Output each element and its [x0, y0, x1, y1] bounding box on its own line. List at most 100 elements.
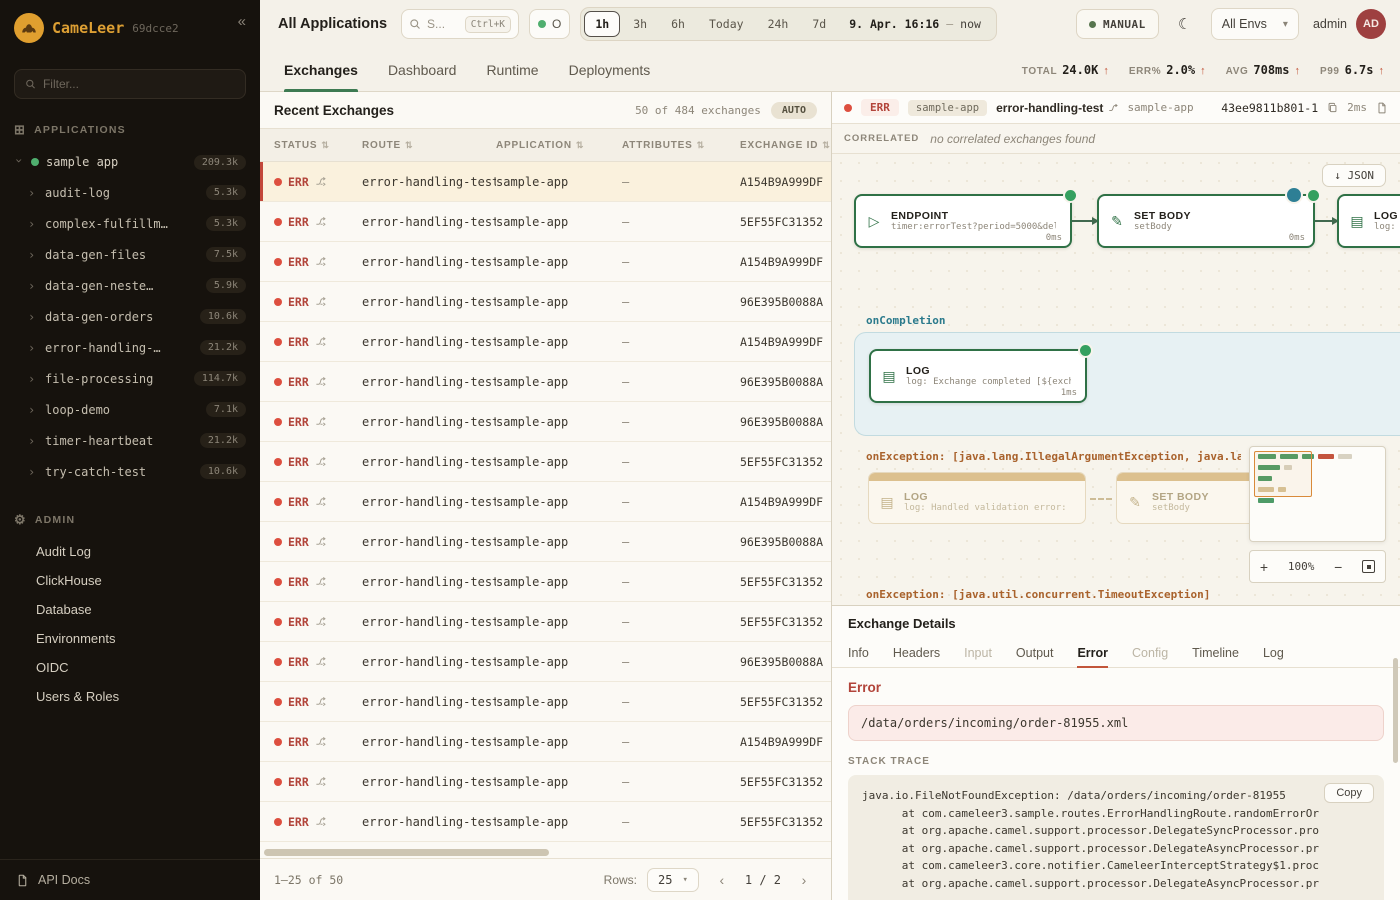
exchange-row[interactable]: ERR error-handling-test sample-app — 96E… [260, 282, 831, 322]
time-range-button[interactable]: 24h [757, 11, 800, 37]
sidebar-admin-item[interactable]: ClickHouse [0, 566, 260, 595]
scrollbar-thumb[interactable] [264, 849, 549, 856]
sidebar-route-item[interactable]: › error-handling-… 21.2k [0, 332, 260, 363]
exchange-row[interactable]: ERR error-handling-test sample-app — A15… [260, 242, 831, 282]
exchange-row[interactable]: ERR error-handling-test sample-app — 5EF… [260, 562, 831, 602]
time-range-button[interactable]: 3h [622, 11, 658, 37]
main-tab[interactable]: Exchanges [284, 48, 358, 91]
next-page-button[interactable]: › [791, 867, 817, 893]
flow-node-log[interactable]: ▤ LOG log: Sta [1337, 194, 1400, 248]
minimap-viewport[interactable] [1254, 451, 1312, 497]
details-tab[interactable]: Headers [893, 638, 940, 667]
column-header[interactable]: EXCHANGE ID ⇅ [740, 140, 831, 151]
details-tab[interactable]: Output [1016, 638, 1054, 667]
exchange-row[interactable]: ERR error-handling-test sample-app — 5EF… [260, 602, 831, 642]
details-tab[interactable]: Info [848, 638, 869, 667]
time-range-button[interactable]: Today [698, 11, 755, 37]
fit-view-icon[interactable] [1362, 560, 1375, 573]
exchange-row[interactable]: ERR error-handling-test sample-app — A15… [260, 162, 831, 202]
flow-node-setbody[interactable]: ✎ SET BODY setBody 0ms [1097, 194, 1315, 248]
sidebar-route-item[interactable]: › data-gen-orders 10.6k [0, 301, 260, 332]
live-toggle[interactable]: O [529, 9, 570, 39]
copy-icon[interactable] [1327, 102, 1338, 113]
details-tab[interactable]: Error [1077, 638, 1108, 667]
column-header[interactable]: ROUTE ⇅ [362, 140, 496, 151]
sidebar-admin-item[interactable]: Users & Roles [0, 682, 260, 711]
date-range[interactable]: 9. Apr. 16:16 — now [837, 17, 993, 31]
sidebar-filter[interactable] [14, 69, 246, 99]
attributes-cell: — [622, 695, 740, 709]
time-range-button[interactable]: 6h [660, 11, 696, 37]
vertical-scrollbar-thumb[interactable] [1393, 658, 1398, 763]
exchange-row[interactable]: ERR error-handling-test sample-app — 96E… [260, 642, 831, 682]
column-header[interactable]: STATUS ⇅ [274, 140, 362, 151]
exchange-row[interactable]: ERR error-handling-test sample-app — 5EF… [260, 442, 831, 482]
global-search[interactable]: S... Ctrl+K [401, 9, 519, 39]
document-icon[interactable] [1376, 102, 1388, 114]
previous-page-button[interactable]: ‹ [709, 867, 735, 893]
sidebar-route-item[interactable]: › timer-heartbeat 21.2k [0, 425, 260, 456]
flow-minimap[interactable] [1249, 446, 1386, 542]
sidebar-api-docs[interactable]: API Docs [0, 859, 260, 900]
exchange-row[interactable]: ERR error-handling-test sample-app — 5EF… [260, 762, 831, 802]
horizontal-scrollbar[interactable] [260, 848, 831, 858]
exchange-row[interactable]: ERR error-handling-test sample-app — 96E… [260, 402, 831, 442]
route-flow-diagram[interactable]: ↓ JSON ▷ ENDPOINT timer:errorTest?period… [832, 154, 1400, 605]
node-breakpoint-dot [1287, 188, 1301, 202]
time-range-button[interactable]: 1h [584, 11, 620, 37]
sidebar-route-item[interactable]: › data-gen-neste… 5.9k [0, 270, 260, 301]
time-range-button[interactable]: 7d [801, 11, 837, 37]
details-tab[interactable]: Log [1263, 638, 1284, 667]
details-tab[interactable]: Input [964, 638, 992, 667]
zoom-out-button[interactable]: − [1334, 559, 1342, 575]
zoom-in-button[interactable]: + [1260, 559, 1268, 575]
flow-node-oncompletion-log[interactable]: ▤ LOG log: Exchange completed [${exchan … [869, 349, 1087, 403]
filter-input[interactable] [43, 77, 235, 91]
sidebar-collapse-button[interactable]: « [238, 13, 246, 30]
user-menu[interactable]: admin AD [1313, 9, 1386, 39]
sidebar-app-sample-app[interactable]: › sample app 209.3k [0, 147, 260, 177]
sidebar-route-item[interactable]: › complex-fulfillm… 5.3k [0, 208, 260, 239]
details-tab[interactable]: Timeline [1192, 638, 1239, 667]
rows-per-page-select[interactable]: 25 ▾ [647, 868, 699, 892]
exchange-row[interactable]: ERR error-handling-test sample-app — 5EF… [260, 682, 831, 722]
exchange-row[interactable]: ERR error-handling-test sample-app — 96E… [260, 362, 831, 402]
flow-node-endpoint[interactable]: ▷ ENDPOINT timer:errorTest?period=5000&d… [854, 194, 1072, 248]
trend-up-icon: ↑ [1200, 65, 1206, 77]
sidebar-admin-item[interactable]: Environments [0, 624, 260, 653]
main-tab[interactable]: Dashboard [388, 48, 457, 91]
column-header[interactable]: ATTRIBUTES ⇅ [622, 140, 740, 151]
dark-mode-toggle[interactable]: ☾ [1169, 8, 1201, 40]
table-footer: 1–25 of 50 Rows: 25 ▾ ‹ 1 / 2 › [260, 858, 831, 900]
auto-refresh-pill[interactable]: AUTO [771, 102, 817, 119]
sidebar-route-item[interactable]: › file-processing 114.7k [0, 363, 260, 394]
flow-node-exception-log[interactable]: ▤ LOG log: Handled validation error: ${e… [868, 472, 1086, 524]
date-separator: — [946, 17, 953, 31]
sidebar-route-item[interactable]: › audit-log 5.3k [0, 177, 260, 208]
column-header[interactable]: APPLICATION ⇅ [496, 140, 622, 151]
sidebar-route-item[interactable]: › try-catch-test 10.6k [0, 456, 260, 487]
copy-button[interactable]: Copy [1324, 783, 1374, 803]
exchange-row[interactable]: ERR error-handling-test sample-app — A15… [260, 722, 831, 762]
exchange-row[interactable]: ERR error-handling-test sample-app — 96E… [260, 522, 831, 562]
route-name[interactable]: error-handling-test [996, 101, 1118, 115]
download-json-button[interactable]: ↓ JSON [1322, 164, 1386, 187]
exchange-row[interactable]: ERR error-handling-test sample-app — 5EF… [260, 202, 831, 242]
sidebar-admin-item[interactable]: OIDC [0, 653, 260, 682]
exchange-row[interactable]: ERR error-handling-test sample-app — 5EF… [260, 802, 831, 842]
manual-refresh-button[interactable]: MANUAL [1076, 9, 1159, 39]
sidebar-admin-item[interactable]: Audit Log [0, 537, 260, 566]
sidebar-route-item[interactable]: › data-gen-files 7.5k [0, 239, 260, 270]
environment-select[interactable]: All Envs ▾ [1211, 8, 1299, 40]
exchange-row[interactable]: ERR error-handling-test sample-app — A15… [260, 482, 831, 522]
sidebar-admin-item[interactable]: Database [0, 595, 260, 624]
exchange-row[interactable]: ERR error-handling-test sample-app — A15… [260, 322, 831, 362]
stat-item: P99 6.7s ↑ [1320, 63, 1384, 77]
main-tab[interactable]: Deployments [569, 48, 651, 91]
sidebar-route-item[interactable]: › loop-demo 7.1k [0, 394, 260, 425]
details-tab[interactable]: Config [1132, 638, 1168, 667]
error-dot [274, 378, 282, 386]
exchange-id-cell: A154B9A999DF [740, 335, 831, 349]
main-tab[interactable]: Runtime [486, 48, 538, 91]
gear-icon: ⚙ [14, 512, 27, 528]
